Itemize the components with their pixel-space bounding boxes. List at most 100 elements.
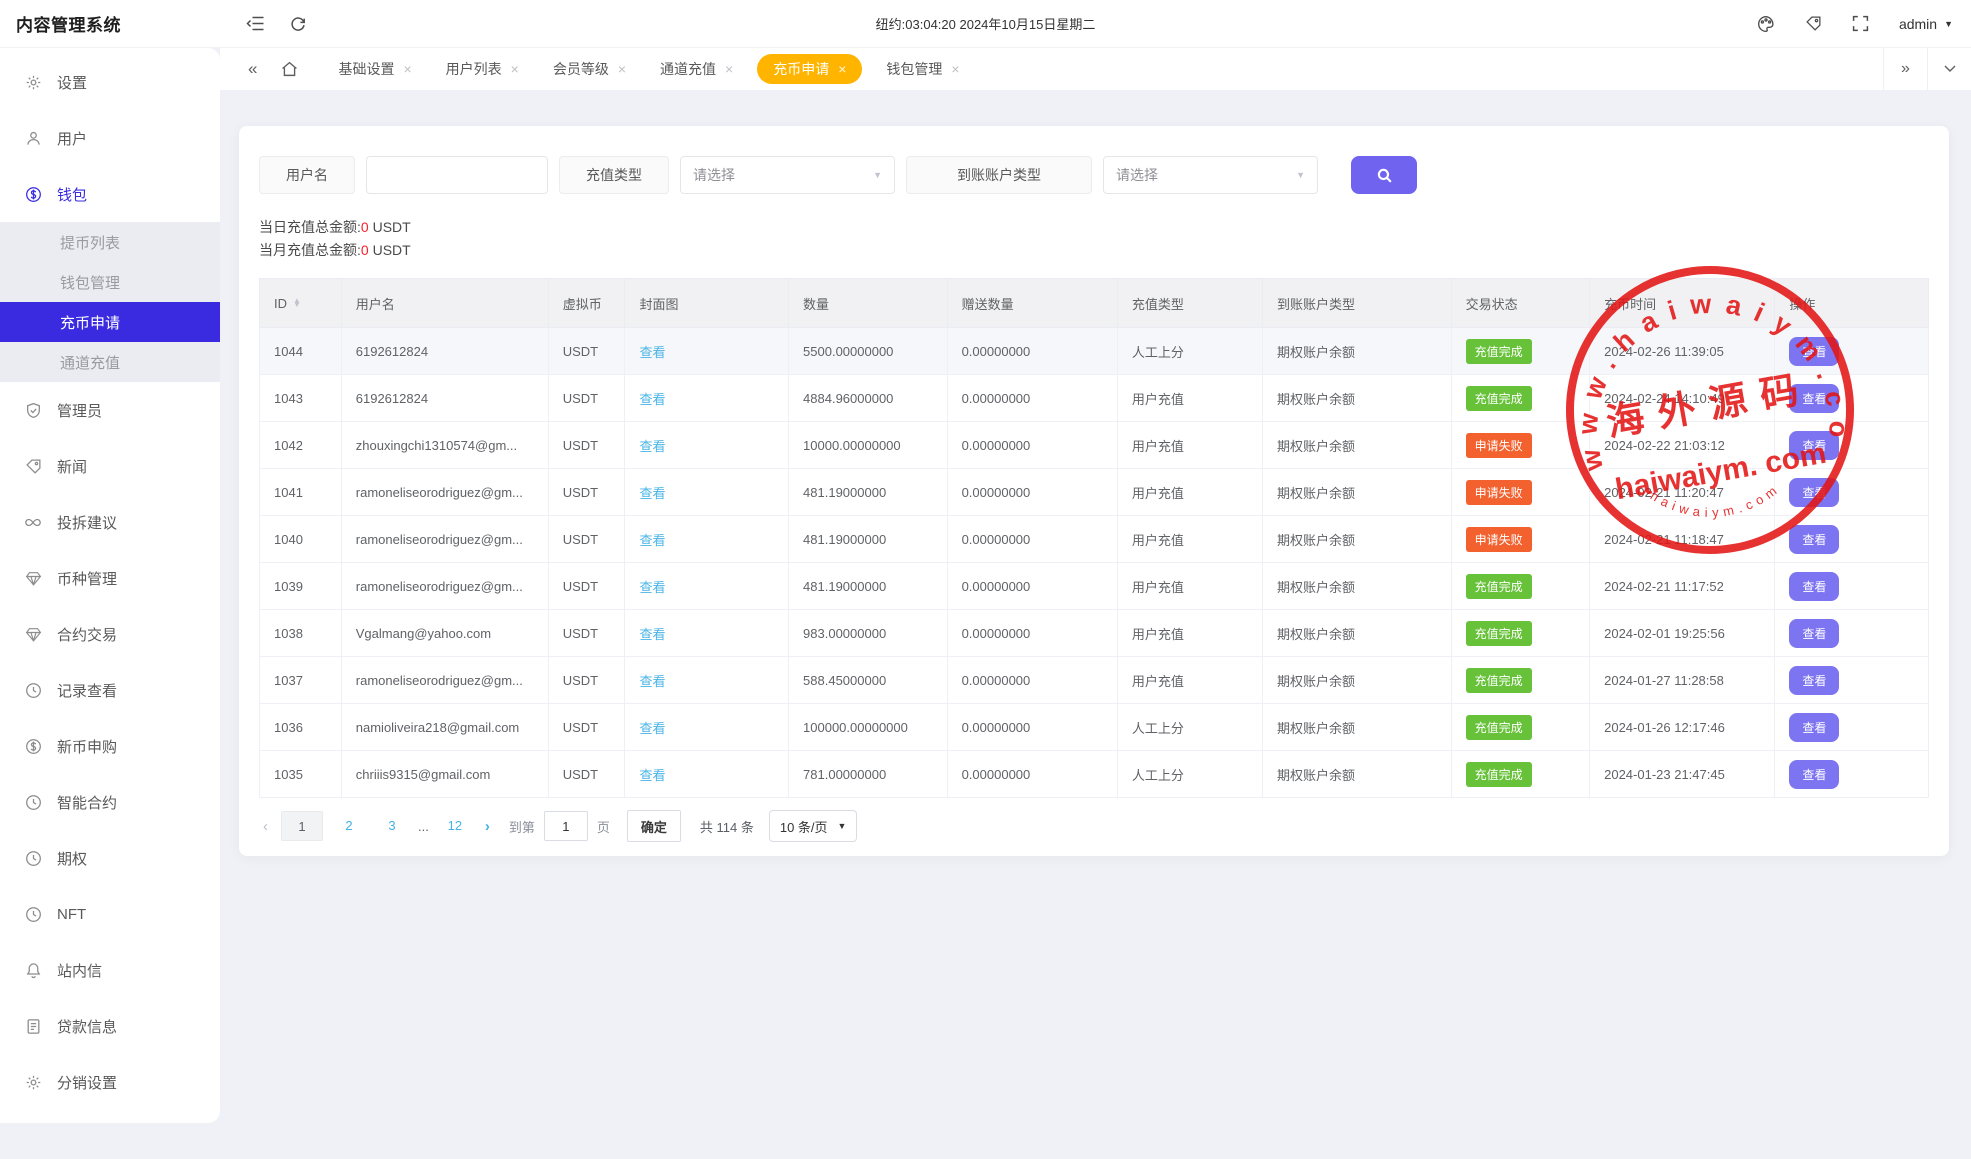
page-number[interactable]: 1: [281, 811, 323, 841]
sidebar-item-15[interactable]: 分销设置: [0, 1054, 220, 1110]
home-icon[interactable]: [281, 61, 298, 77]
col-header: 充值类型: [1117, 279, 1262, 328]
sidebar-item-7[interactable]: 合约交易: [0, 606, 220, 662]
col-header: 交易状态: [1451, 279, 1590, 328]
cover-view-link[interactable]: 查看: [639, 627, 665, 642]
row-view-button[interactable]: 查看: [1789, 666, 1839, 695]
status-badge: 申请失败: [1466, 433, 1532, 458]
tabs-menu-chevron-icon[interactable]: [1927, 48, 1971, 90]
sidebar-item-label: 分销设置: [57, 1072, 117, 1093]
history-icon: [24, 681, 42, 699]
row-view-button[interactable]: 查看: [1789, 760, 1839, 789]
row-view-button[interactable]: 查看: [1789, 337, 1839, 366]
goto-page-input[interactable]: [544, 811, 588, 841]
row-view-button[interactable]: 查看: [1789, 572, 1839, 601]
sidebar-item-6[interactable]: 币种管理: [0, 550, 220, 606]
close-icon[interactable]: ×: [403, 62, 411, 76]
palette-icon[interactable]: [1757, 15, 1775, 33]
row-view-button[interactable]: 查看: [1789, 431, 1839, 460]
sidebar-item-label: 用户: [57, 128, 87, 149]
content-card: 用户名 充值类型 请选择 ▼ 到账账户类型 请选择 ▼ 当日充值总金额:0 US…: [239, 126, 1949, 856]
sidebar-item-2[interactable]: 钱包: [0, 166, 220, 222]
row-view-button[interactable]: 查看: [1789, 525, 1839, 554]
sidebar-subitem[interactable]: 提币列表: [0, 222, 220, 262]
next-page-icon[interactable]: ›: [481, 818, 494, 835]
close-icon[interactable]: ×: [618, 62, 626, 76]
sidebar-subitem[interactable]: 充币申请: [0, 302, 220, 342]
col-header: 数量: [789, 279, 948, 328]
cover-view-link[interactable]: 查看: [639, 486, 665, 501]
tab-1[interactable]: 用户列表×: [436, 54, 529, 84]
sidebar-subitem[interactable]: 通道充值: [0, 342, 220, 382]
cover-view-link[interactable]: 查看: [639, 721, 665, 736]
fullscreen-icon[interactable]: [1852, 15, 1869, 32]
sidebar-item-13[interactable]: 站内信: [0, 942, 220, 998]
sidebar-item-11[interactable]: 期权: [0, 830, 220, 886]
page-number[interactable]: 3: [375, 811, 409, 841]
goto-confirm-button[interactable]: 确定: [627, 810, 681, 842]
tabbar-right-tools: »: [1883, 48, 1971, 90]
tag-icon[interactable]: [1805, 15, 1822, 32]
admin-menu[interactable]: admin ▼: [1899, 16, 1953, 32]
infinity-icon: [24, 513, 42, 531]
tab-3[interactable]: 通道充值×: [650, 54, 743, 84]
page-number[interactable]: 12: [438, 811, 472, 841]
sidebar-item-5[interactable]: 投拆建议: [0, 494, 220, 550]
history-icon: [24, 793, 42, 811]
pagination: ‹ 123...12 › 到第 页 确定 共 114 条 10 条/页 ▼: [259, 810, 1929, 842]
refresh-icon[interactable]: [290, 16, 306, 32]
row-view-button[interactable]: 查看: [1789, 478, 1839, 507]
tab-5[interactable]: 钱包管理×: [876, 54, 969, 84]
sidebar-item-9[interactable]: 新币申购: [0, 718, 220, 774]
cover-view-link[interactable]: 查看: [639, 533, 665, 548]
close-icon[interactable]: ×: [838, 62, 846, 76]
tabs-scroll-left-icon[interactable]: «: [248, 59, 257, 79]
search-icon: [1376, 167, 1393, 184]
sidebar-item-label: 站内信: [57, 960, 102, 981]
page-size-select[interactable]: 10 条/页 ▼: [769, 810, 858, 842]
cover-view-link[interactable]: 查看: [639, 674, 665, 689]
cover-view-link[interactable]: 查看: [639, 580, 665, 595]
sidebar-item-14[interactable]: 贷款信息: [0, 998, 220, 1054]
close-icon[interactable]: ×: [725, 62, 733, 76]
sidebar-item-label: 管理员: [57, 400, 102, 421]
sidebar-item-10[interactable]: 智能合约: [0, 774, 220, 830]
close-icon[interactable]: ×: [511, 62, 519, 76]
cover-view-link[interactable]: 查看: [639, 392, 665, 407]
sort-icon[interactable]: ▲▼: [293, 299, 301, 308]
tab-0[interactable]: 基础设置×: [328, 54, 421, 84]
sidebar-item-3[interactable]: 管理员: [0, 382, 220, 438]
row-view-button[interactable]: 查看: [1789, 713, 1839, 742]
sidebar-item-1[interactable]: 用户: [0, 110, 220, 166]
tab-2[interactable]: 会员等级×: [543, 54, 636, 84]
menu-collapse-icon[interactable]: [246, 16, 264, 31]
main-content: 用户名 充值类型 请选择 ▼ 到账账户类型 请选择 ▼ 当日充值总金额:0 US…: [220, 90, 1971, 1159]
shield-icon: [24, 401, 42, 419]
page-number[interactable]: 2: [332, 811, 366, 841]
account-type-select[interactable]: 请选择 ▼: [1103, 156, 1318, 194]
sidebar-item-label: NFT: [57, 906, 86, 923]
table-row: 1040ramoneliseorodriguez@gm...USDT查看481.…: [260, 516, 1929, 563]
sidebar-item-0[interactable]: 设置: [0, 54, 220, 110]
history-icon: [24, 849, 42, 867]
row-view-button[interactable]: 查看: [1789, 619, 1839, 648]
prev-page-icon[interactable]: ‹: [259, 818, 272, 835]
user-icon: [24, 129, 42, 147]
table-row: 1041ramoneliseorodriguez@gm...USDT查看481.…: [260, 469, 1929, 516]
tabs-scroll-right-icon[interactable]: »: [1883, 48, 1927, 90]
cover-view-link[interactable]: 查看: [639, 345, 665, 360]
tab-4[interactable]: 充币申请×: [757, 54, 862, 84]
sidebar-subitem[interactable]: 钱包管理: [0, 262, 220, 302]
cover-view-link[interactable]: 查看: [639, 439, 665, 454]
close-icon[interactable]: ×: [951, 62, 959, 76]
sidebar-item-8[interactable]: 记录查看: [0, 662, 220, 718]
username-input[interactable]: [366, 156, 548, 194]
row-view-button[interactable]: 查看: [1789, 384, 1839, 413]
search-button[interactable]: [1351, 156, 1417, 194]
cover-view-link[interactable]: 查看: [639, 768, 665, 783]
sidebar-item-12[interactable]: NFT: [0, 886, 220, 942]
sidebar-item-label: 新闻: [57, 456, 87, 477]
table-row: 1038Vgalmang@yahoo.comUSDT查看983.00000000…: [260, 610, 1929, 657]
recharge-type-select[interactable]: 请选择 ▼: [680, 156, 895, 194]
sidebar-item-4[interactable]: 新闻: [0, 438, 220, 494]
